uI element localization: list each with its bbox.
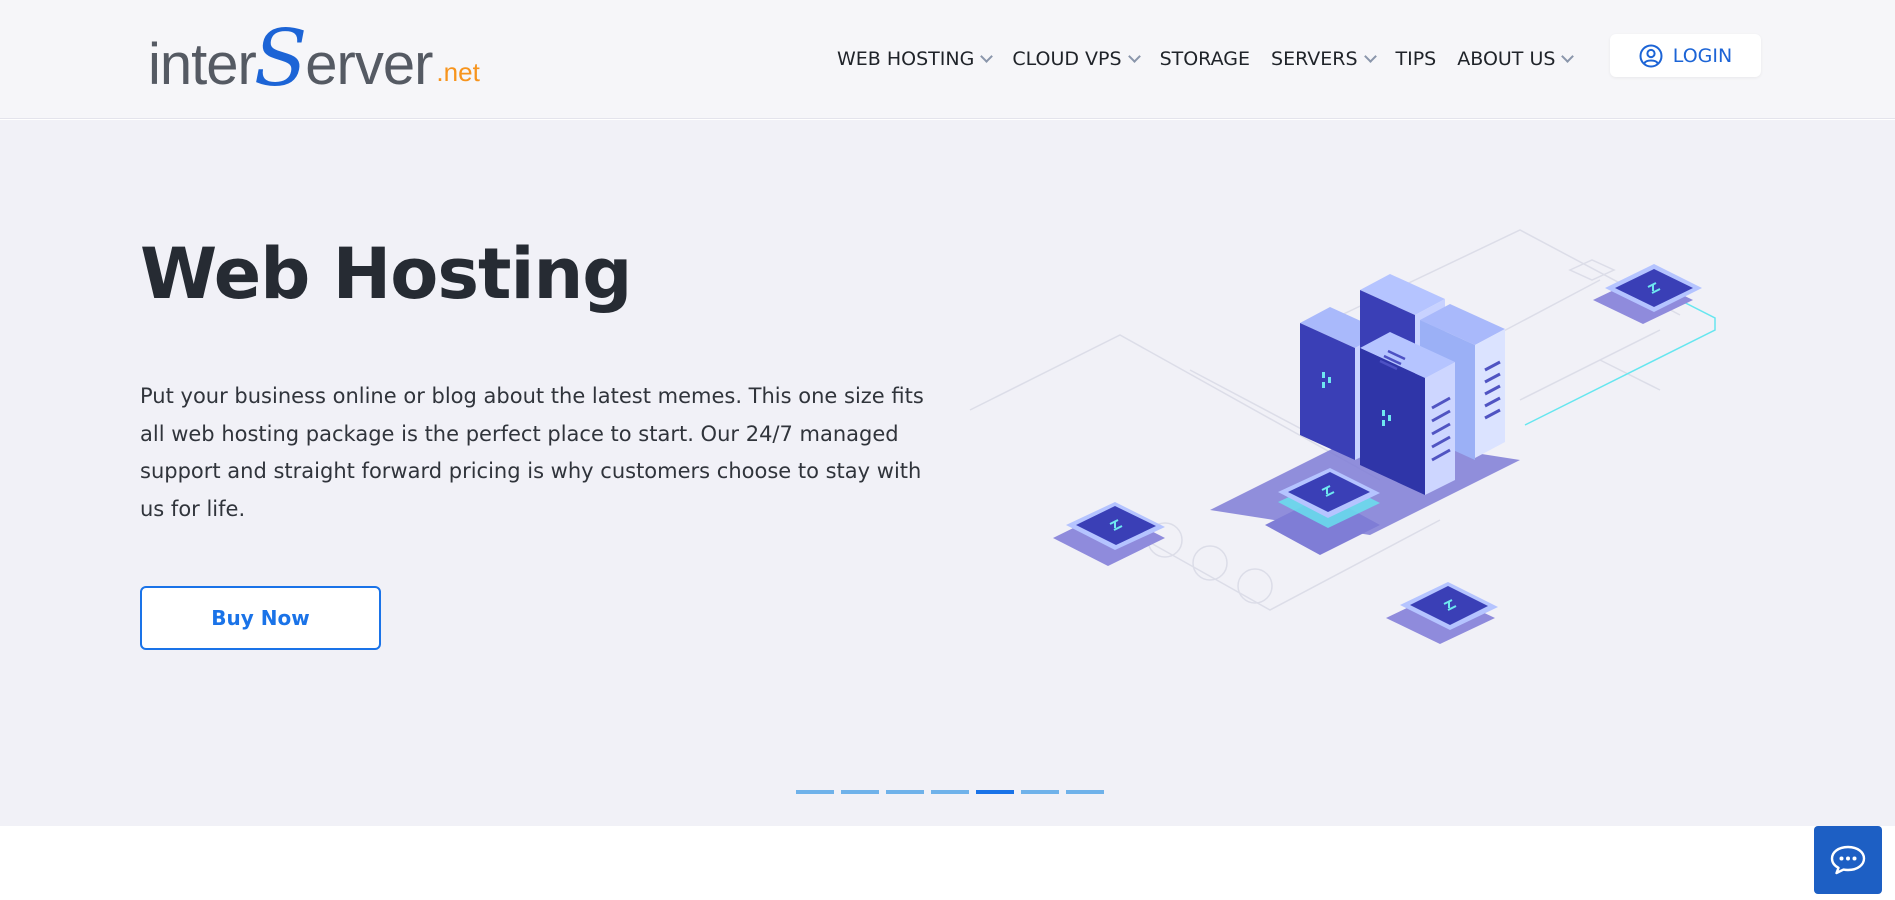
nav-item-storage[interactable]: STORAGE — [1160, 48, 1250, 70]
nav-item-web-hosting[interactable]: WEB HOSTING — [837, 48, 994, 70]
nav-label: WEB HOSTING — [837, 48, 975, 70]
logo-text-s: S — [253, 13, 308, 104]
chat-button[interactable] — [1814, 826, 1882, 894]
nav-label: TIPS — [1395, 48, 1437, 70]
logo-text-net: .net — [436, 57, 480, 87]
carousel-dot[interactable] — [796, 790, 834, 794]
chevron-down-icon — [1363, 50, 1377, 63]
hero-banner: Web Hosting Put your business online or … — [0, 120, 1895, 826]
carousel-indicators — [796, 790, 1111, 794]
login-label: LOGIN — [1672, 44, 1733, 67]
hero-description: Put your business online or blog about t… — [140, 384, 924, 521]
carousel-dot[interactable] — [1021, 790, 1059, 794]
login-button[interactable]: LOGIN — [1610, 34, 1761, 77]
chevron-down-icon — [980, 50, 994, 63]
carousel-dot[interactable] — [841, 790, 879, 794]
chevron-down-icon — [1127, 50, 1141, 63]
nav-label: SERVERS — [1271, 48, 1358, 70]
nav-label: CLOUD VPS — [1012, 48, 1122, 70]
nav-item-servers[interactable]: SERVERS — [1271, 48, 1377, 70]
nav-item-tips[interactable]: TIPS — [1396, 48, 1437, 70]
chat-bubble-icon — [1830, 845, 1866, 875]
carousel-dot[interactable] — [886, 790, 924, 794]
carousel-dot[interactable] — [976, 790, 1014, 794]
nav-label: STORAGE — [1159, 48, 1251, 70]
logo-text-inter: inter — [148, 32, 257, 97]
carousel-dot[interactable] — [1066, 790, 1104, 794]
carousel-dot[interactable] — [931, 790, 969, 794]
main-nav: WEB HOSTING CLOUD VPS STORAGE SERVERS TI… — [837, 44, 1593, 74]
site-header: inter S erver .net WEB HOSTING CLOUD VPS… — [0, 0, 1895, 119]
server-illustration — [969, 229, 1716, 644]
interserver-logo[interactable]: inter S erver .net — [148, 13, 480, 104]
nav-item-about-us[interactable]: ABOUT US — [1457, 48, 1575, 70]
logo-text-erver: erver — [305, 32, 433, 97]
buy-now-button[interactable]: Buy Now — [140, 586, 381, 650]
hero-title: Web Hosting — [140, 233, 632, 315]
user-circle-icon — [1639, 44, 1663, 67]
chevron-down-icon — [1561, 50, 1575, 63]
nav-item-cloud-vps[interactable]: CLOUD VPS — [1012, 48, 1141, 70]
nav-label: ABOUT US — [1457, 48, 1556, 70]
